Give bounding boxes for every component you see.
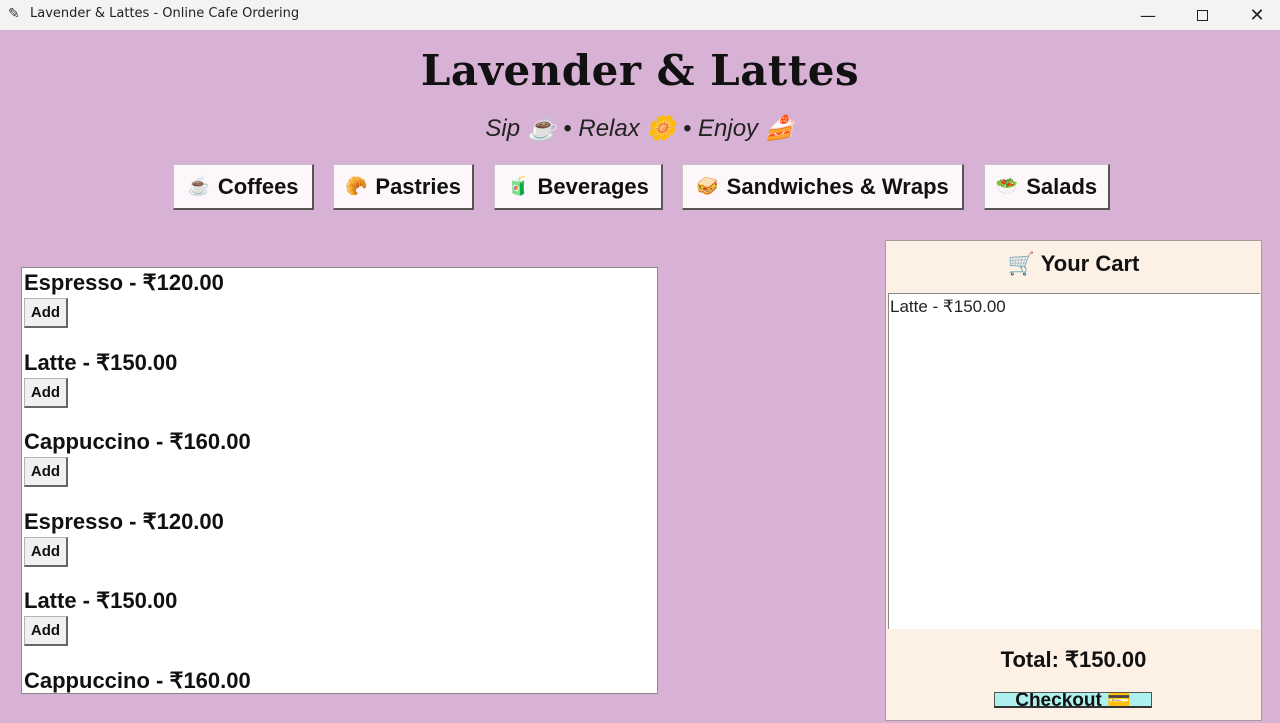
title-bar: ✎ Lavender & Lattes - Online Cafe Orderi… <box>0 0 1280 30</box>
cart-panel: 🛒 Your Cart Latte - ₹150.00 Total: ₹150.… <box>885 240 1262 721</box>
salad-icon: 🥗 <box>995 176 1019 196</box>
checkout-button[interactable]: Checkout 💳 <box>994 692 1152 708</box>
add-button[interactable]: Add <box>24 378 68 408</box>
maximize-button[interactable] <box>1175 0 1229 30</box>
category-coffees-button[interactable]: ☕ Coffees <box>173 164 314 210</box>
category-label: Sandwiches & Wraps <box>726 173 949 199</box>
close-button[interactable]: ✕ <box>1230 0 1280 30</box>
menu-item-name: Espresso - ₹120.00 <box>24 270 224 295</box>
category-label: Beverages <box>537 173 649 199</box>
menu-item: Latte - ₹150.00 Add <box>24 588 178 646</box>
menu-item-name: Cappuccino - ₹160.00 <box>24 429 251 454</box>
category-label: Coffees <box>217 173 299 199</box>
minimize-button[interactable]: — <box>1121 0 1175 30</box>
add-button[interactable]: Add <box>24 457 68 487</box>
brand-title: Lavender & Lattes <box>420 46 860 95</box>
category-sandwiches-button[interactable]: 🥪 Sandwiches & Wraps <box>682 164 964 210</box>
croissant-icon: 🥐 <box>344 176 368 196</box>
cart-title: 🛒 Your Cart <box>1007 251 1140 276</box>
add-button[interactable]: Add <box>24 537 68 567</box>
sandwich-icon: 🥪 <box>696 176 719 196</box>
menu-item: Latte - ₹150.00 Add <box>24 350 178 408</box>
add-button[interactable]: Add <box>24 298 68 328</box>
window-title: Lavender & Lattes - Online Cafe Ordering <box>30 6 300 21</box>
menu-item-name: Latte - ₹150.00 <box>24 350 178 375</box>
tagline: Sip ☕ • Relax 🌼 • Enjoy 🍰 <box>485 115 795 142</box>
quill-icon: ✎ <box>8 5 20 21</box>
menu-item: Cappuccino - ₹160.00 Add <box>24 668 251 693</box>
maximize-icon <box>1196 9 1208 21</box>
juice-icon: 🧃 <box>507 176 530 196</box>
category-beverages-button[interactable]: 🧃 Beverages <box>494 164 663 210</box>
menu-item-name: Cappuccino - ₹160.00 <box>24 668 251 693</box>
menu-item: Espresso - ₹120.00 Add <box>24 270 224 328</box>
menu-item-name: Espresso - ₹120.00 <box>24 509 224 534</box>
category-label: Pastries <box>375 173 462 199</box>
cart-line-item[interactable]: Latte - ₹150.00 <box>890 297 1006 317</box>
category-salads-button[interactable]: 🥗 Salads <box>984 164 1110 210</box>
menu-item: Espresso - ₹120.00 Add <box>24 509 224 567</box>
menu-item-name: Latte - ₹150.00 <box>24 588 178 613</box>
cart-list[interactable]: Latte - ₹150.00 <box>888 293 1260 629</box>
category-pastries-button[interactable]: 🥐 Pastries <box>333 164 474 210</box>
close-icon: ✕ <box>1249 4 1265 26</box>
coffee-icon: ☕ <box>187 176 210 196</box>
cart-total: Total: ₹150.00 <box>1000 647 1147 672</box>
category-label: Salads <box>1026 173 1098 199</box>
menu-item: Cappuccino - ₹160.00 Add <box>24 429 251 487</box>
minimize-icon: — <box>1140 5 1156 25</box>
add-button[interactable]: Add <box>24 616 68 646</box>
menu-list[interactable]: Espresso - ₹120.00 Add Latte - ₹150.00 A… <box>21 267 658 694</box>
